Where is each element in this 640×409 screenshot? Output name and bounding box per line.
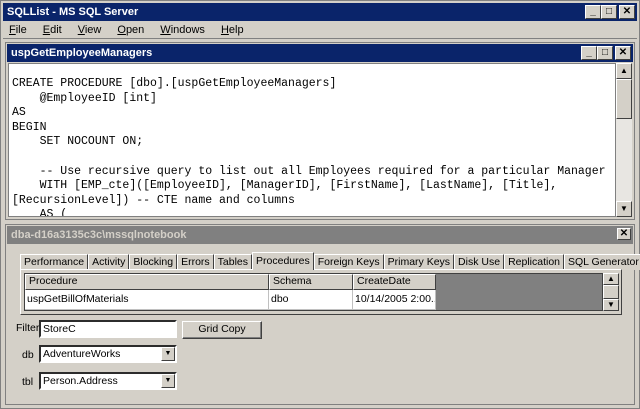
scroll-up-icon[interactable]: ▲	[616, 63, 632, 79]
filter-label: Filter	[16, 322, 40, 334]
filter-input[interactable]: StoreC	[39, 320, 177, 338]
editor-window: uspGetEmployeeManagers _ □ ✕ CREATE PROC…	[5, 42, 635, 220]
cell-procedure[interactable]: uspGetBillOfMaterials	[25, 290, 269, 310]
notebook-titlebar[interactable]: dba-d16a3135c3c\mssqlnotebook ✕	[7, 226, 633, 244]
tab-disk-use[interactable]: Disk Use	[454, 254, 505, 270]
notebook-close-button[interactable]: ✕	[617, 228, 631, 240]
menu-windows[interactable]: Windows	[160, 24, 205, 36]
cell-schema[interactable]: dbo	[269, 290, 353, 310]
editor-minimize-button[interactable]: _	[581, 46, 597, 60]
editor-maximize-button[interactable]: □	[597, 46, 613, 60]
tbl-select-value: Person.Address	[43, 375, 118, 387]
editor-close-button[interactable]: ✕	[615, 46, 631, 60]
tab-primary-keys[interactable]: Primary Keys	[383, 254, 455, 270]
table-row[interactable]: uspGetBillOfMaterials dbo 10/14/2005 2:0…	[25, 290, 436, 310]
menu-help[interactable]: Help	[221, 24, 244, 36]
main-window: SQLList - MS SQL Server _ □ ✕ File Edit …	[0, 0, 640, 409]
tab-foreign-keys[interactable]: Foreign Keys	[313, 254, 384, 270]
app-titlebar[interactable]: SQLList - MS SQL Server _ □ ✕	[3, 3, 637, 21]
column-header-createdate[interactable]: CreateDate	[353, 274, 436, 290]
procedures-panel: Procedure Schema CreateDate uspGetBillOf…	[20, 269, 622, 315]
editor-titlebar[interactable]: uspGetEmployeeManagers _ □ ✕	[7, 44, 633, 62]
menu-open[interactable]: Open	[117, 24, 144, 36]
tab-activity[interactable]: Activity	[88, 254, 130, 270]
tbl-label: tbl	[22, 376, 34, 388]
column-header-procedure[interactable]: Procedure	[25, 274, 269, 290]
notebook-title: dba-d16a3135c3c\mssqlnotebook	[11, 229, 187, 241]
minimize-button[interactable]: _	[585, 5, 601, 19]
menu-file[interactable]: File	[9, 24, 27, 36]
tab-blocking[interactable]: Blocking	[129, 254, 178, 270]
tbl-select[interactable]: Person.Address ▼	[39, 372, 177, 390]
maximize-button[interactable]: □	[601, 5, 617, 19]
column-header-schema[interactable]: Schema	[269, 274, 353, 290]
chevron-down-icon[interactable]: ▼	[161, 374, 175, 388]
chevron-down-icon[interactable]: ▼	[161, 347, 175, 361]
menu-edit[interactable]: Edit	[43, 24, 62, 36]
grid-header: Procedure Schema CreateDate	[25, 274, 436, 290]
notebook-window: dba-d16a3135c3c\mssqlnotebook ✕ Performa…	[5, 224, 640, 405]
menu-view[interactable]: View	[78, 24, 102, 36]
notebook-tabs: Performance Activity Blocking Errors Tab…	[20, 252, 640, 270]
tab-sql-generator[interactable]: SQL Generator	[564, 254, 640, 270]
tab-performance[interactable]: Performance	[20, 254, 89, 270]
cell-createdate[interactable]: 10/14/2005 2:00...	[353, 290, 436, 310]
tab-replication[interactable]: Replication	[504, 254, 565, 270]
grid-copy-button[interactable]: Grid Copy	[182, 321, 262, 339]
close-button[interactable]: ✕	[619, 5, 635, 19]
sql-code-editor[interactable]: CREATE PROCEDURE [dbo].[uspGetEmployeeMa…	[8, 63, 616, 217]
db-label: db	[22, 349, 34, 361]
grid-scroll-thumb[interactable]	[603, 285, 619, 299]
tab-errors[interactable]: Errors	[177, 254, 214, 270]
app-title: SQLList - MS SQL Server	[7, 6, 139, 18]
editor-scrollbar[interactable]: ▲ ▼	[616, 63, 632, 217]
db-select-value: AdventureWorks	[43, 348, 121, 360]
db-select[interactable]: AdventureWorks ▼	[39, 345, 177, 363]
menu-bar: File Edit View Open Windows Help	[3, 21, 637, 39]
scroll-thumb[interactable]	[616, 79, 632, 119]
scroll-down-icon[interactable]: ▼	[616, 201, 632, 217]
grid-scroll-up-icon[interactable]: ▲	[603, 273, 619, 285]
procedures-grid[interactable]: Procedure Schema CreateDate uspGetBillOf…	[24, 273, 603, 311]
editor-title: uspGetEmployeeManagers	[11, 47, 153, 59]
grid-scroll-down-icon[interactable]: ▼	[603, 299, 619, 311]
grid-scrollbar[interactable]: ▲ ▼	[603, 273, 619, 311]
tab-tables[interactable]: Tables	[213, 254, 253, 270]
tab-procedures[interactable]: Procedures	[252, 252, 314, 270]
